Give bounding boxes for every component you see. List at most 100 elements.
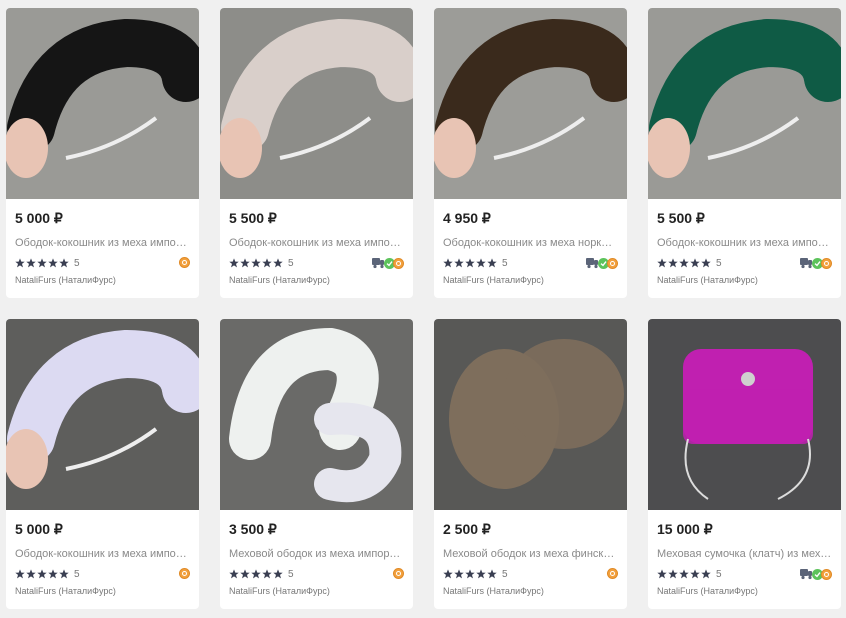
product-photo[interactable] (6, 8, 199, 199)
star-icon (273, 569, 283, 579)
product-price: 5 500 ₽ (229, 210, 277, 226)
coin-icon (179, 568, 190, 579)
coin-icon (821, 257, 832, 269)
star-icon (15, 569, 25, 579)
star-icon (690, 569, 700, 579)
star-icon (443, 569, 453, 579)
rating-stars (443, 258, 497, 268)
product-price: 4 950 ₽ (443, 210, 491, 226)
product-title[interactable]: Ободок-кокошник из меха импор… (229, 237, 404, 250)
seller-name[interactable]: NataliFurs (НаталиФурс) (443, 274, 618, 286)
star-icon (443, 258, 453, 268)
star-icon (465, 258, 475, 268)
star-icon (701, 258, 711, 268)
star-icon (701, 569, 711, 579)
product-card-5[interactable]: 5 000 ₽ Ободок-кокошник из меха импор… 5… (6, 319, 199, 609)
product-badges (393, 568, 404, 579)
star-icon (465, 569, 475, 579)
product-image (220, 319, 413, 510)
product-badges (179, 568, 190, 579)
product-photo[interactable] (648, 319, 841, 510)
product-image (648, 8, 841, 199)
rating-count: 5 (716, 568, 722, 580)
delivery-icon (800, 569, 812, 580)
delivery-icon (372, 258, 384, 269)
star-icon (262, 569, 272, 579)
product-photo[interactable] (6, 319, 199, 510)
product-card-4[interactable]: 5 500 ₽ Ободок-кокошник из меха импор… 5… (648, 8, 841, 298)
star-icon (476, 569, 486, 579)
star-icon (454, 569, 464, 579)
seller-name[interactable]: NataliFurs (НаталиФурс) (15, 585, 190, 597)
rating-count: 5 (74, 257, 80, 269)
star-icon (679, 258, 689, 268)
star-icon (690, 258, 700, 268)
product-photo[interactable] (434, 8, 627, 199)
product-title[interactable]: Ободок-кокошник из меха импор… (657, 237, 832, 250)
product-photo[interactable] (648, 8, 841, 199)
rating-stars (657, 569, 711, 579)
star-icon (657, 258, 667, 268)
product-image (6, 8, 199, 199)
product-badges (585, 257, 618, 269)
product-image (6, 319, 199, 510)
rating-row: 5 (443, 256, 618, 270)
star-icon (240, 258, 250, 268)
product-title[interactable]: Меховой ободок из меха финског… (443, 548, 618, 561)
product-price: 3 500 ₽ (229, 521, 277, 537)
star-icon (251, 258, 261, 268)
product-price: 5 000 ₽ (15, 210, 63, 226)
seller-name[interactable]: NataliFurs (НаталиФурс) (15, 274, 190, 286)
star-icon (657, 569, 667, 579)
product-card-1[interactable]: 5 000 ₽ Ободок-кокошник из меха импор… 5… (6, 8, 199, 298)
product-title[interactable]: Ободок-кокошник из меха импор… (15, 237, 190, 250)
star-icon (487, 569, 497, 579)
product-card-6[interactable]: 3 500 ₽ Меховой ободок из меха импорт… 5… (220, 319, 413, 609)
product-title[interactable]: Меховой ободок из меха импорт… (229, 548, 404, 561)
rating-row: 5 (15, 256, 190, 270)
star-icon (59, 258, 69, 268)
product-card-3[interactable]: 4 950 ₽ Ободок-кокошник из меха норки … … (434, 8, 627, 298)
star-icon (487, 258, 497, 268)
star-icon (37, 258, 47, 268)
rating-count: 5 (502, 568, 508, 580)
seller-name[interactable]: NataliFurs (НаталиФурс) (229, 585, 404, 597)
rating-count: 5 (288, 568, 294, 580)
product-info: 5 000 ₽ Ободок-кокошник из меха импор… 5… (6, 199, 199, 286)
star-icon (679, 569, 689, 579)
product-card-7[interactable]: 2 500 ₽ Меховой ободок из меха финског… … (434, 319, 627, 609)
product-badges (179, 257, 190, 268)
star-icon (262, 258, 272, 268)
product-image (434, 8, 627, 199)
star-icon (454, 258, 464, 268)
product-image (434, 319, 627, 510)
product-price: 5 000 ₽ (15, 521, 63, 537)
coin-icon (179, 257, 190, 268)
product-card-8[interactable]: 15 000 ₽ Меховая сумочка (клатч) из меха… (648, 319, 841, 609)
coin-icon (393, 568, 404, 579)
product-badges (371, 257, 404, 269)
rating-stars (15, 258, 69, 268)
star-icon (240, 569, 250, 579)
product-title[interactable]: Ободок-кокошник из меха норки … (443, 237, 618, 250)
product-image (220, 8, 413, 199)
rating-count: 5 (502, 257, 508, 269)
product-price: 15 000 ₽ (657, 521, 713, 537)
rating-row: 5 (229, 567, 404, 581)
product-photo[interactable] (434, 319, 627, 510)
product-title[interactable]: Меховая сумочка (клатч) из меха… (657, 548, 832, 561)
product-badges (607, 568, 618, 579)
seller-name[interactable]: NataliFurs (НаталиФурс) (657, 585, 832, 597)
product-badges (799, 568, 832, 580)
product-title[interactable]: Ободок-кокошник из меха импор… (15, 548, 190, 561)
star-icon (251, 569, 261, 579)
delivery-icon (800, 258, 812, 269)
seller-name[interactable]: NataliFurs (НаталиФурс) (443, 585, 618, 597)
product-card-2[interactable]: 5 500 ₽ Ободок-кокошник из меха импор… 5… (220, 8, 413, 298)
seller-name[interactable]: NataliFurs (НаталиФурс) (229, 274, 404, 286)
star-icon (229, 569, 239, 579)
product-photo[interactable] (220, 319, 413, 510)
seller-name[interactable]: NataliFurs (НаталиФурс) (657, 274, 832, 286)
star-icon (668, 258, 678, 268)
product-photo[interactable] (220, 8, 413, 199)
